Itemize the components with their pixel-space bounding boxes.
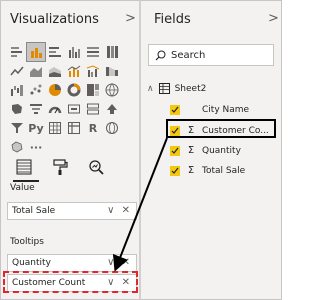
- stacked-column-100-icon[interactable]: [103, 43, 121, 61]
- analytics-magnifier-icon[interactable]: [87, 158, 105, 176]
- field-label: Quantity: [202, 145, 241, 156]
- checkbox-checked-icon[interactable]: [170, 165, 180, 176]
- visualizations-collapse-button[interactable]: >: [125, 11, 136, 26]
- fields-collapse-button[interactable]: >: [268, 11, 279, 26]
- field-item[interactable]: Σ Total Sale: [170, 165, 245, 176]
- pie-chart-icon[interactable]: [46, 81, 64, 99]
- value-field-well[interactable]: Total Sale ∨ ✕: [7, 202, 137, 220]
- matrix-icon[interactable]: [65, 119, 83, 137]
- value-section-label: Value: [10, 183, 35, 193]
- area-chart-icon[interactable]: [27, 62, 45, 80]
- multi-row-card-icon[interactable]: [84, 100, 102, 118]
- line-column-icon[interactable]: [65, 62, 83, 80]
- line-chart-icon[interactable]: [8, 62, 26, 80]
- scatter-icon[interactable]: [27, 81, 45, 99]
- table-node-sheet2[interactable]: ∧ Sheet2: [147, 83, 206, 94]
- stacked-bar-icon[interactable]: [8, 43, 26, 61]
- visualizations-pane: Visualizations > Py R ··· Value Total Sa…: [1, 1, 140, 299]
- field-item[interactable]: City Name: [170, 105, 249, 115]
- python-visual-label: Py: [28, 121, 44, 135]
- clustered-column-icon[interactable]: [65, 43, 83, 61]
- value-field-label: Total Sale: [12, 206, 56, 216]
- clustered-bar-icon[interactable]: [26, 42, 46, 62]
- fields-search-box[interactable]: Search: [148, 44, 274, 66]
- more-visuals-label: ···: [29, 140, 43, 154]
- checkbox-checked-icon[interactable]: [170, 105, 180, 115]
- kpi-icon[interactable]: [103, 100, 121, 118]
- field-type-sigma-icon: Σ: [187, 145, 195, 156]
- ribbon-chart-icon[interactable]: [103, 62, 121, 80]
- funnel-icon[interactable]: [27, 100, 45, 118]
- tooltip-field-well-quantity[interactable]: Quantity ∨ ✕: [7, 254, 137, 272]
- selected-field-highlight-box: [166, 119, 276, 138]
- field-label: City Name: [202, 105, 250, 115]
- filled-map-icon[interactable]: [8, 100, 26, 118]
- stacked-area-icon[interactable]: [46, 62, 64, 80]
- table-icon: [158, 83, 170, 94]
- value-field-dropdown-icon[interactable]: ∨ ✕: [107, 205, 132, 216]
- r-visual-label: R: [88, 121, 98, 135]
- active-tab-underline: [13, 180, 39, 182]
- r-visual-icon[interactable]: R: [84, 119, 102, 137]
- slicer-icon[interactable]: [8, 119, 26, 137]
- card-icon[interactable]: [65, 100, 83, 118]
- fields-pane: Fields > Search ∧ Sheet2 City Name Σ Cus…: [141, 1, 281, 299]
- field-type-sigma-icon: Σ: [187, 165, 195, 176]
- tooltip-field-controls-icon[interactable]: ∨ ✕: [107, 257, 132, 268]
- expand-chevron-icon[interactable]: ∧: [147, 84, 154, 94]
- search-icon: [155, 50, 166, 60]
- stacked-column-icon[interactable]: [46, 43, 64, 61]
- tooltips-section-label: Tooltips: [10, 237, 44, 247]
- line-clustered-column-icon[interactable]: [84, 62, 102, 80]
- field-item[interactable]: Σ Quantity: [170, 145, 241, 156]
- python-visual-icon[interactable]: Py: [27, 119, 45, 137]
- fields-tab-icon[interactable]: [15, 158, 33, 176]
- field-label: Total Sale: [202, 165, 246, 176]
- visualizations-title: Visualizations: [10, 12, 99, 27]
- gauge-icon[interactable]: [46, 100, 64, 118]
- tooltip-field-label: Quantity: [12, 258, 51, 268]
- table-icon[interactable]: [46, 119, 64, 137]
- stacked-bar-100-icon[interactable]: [84, 43, 102, 61]
- checkbox-checked-icon[interactable]: [170, 145, 180, 156]
- dashed-highlight-box: [3, 271, 138, 293]
- format-paint-roller-icon[interactable]: [51, 158, 69, 176]
- shape-map-icon[interactable]: [8, 138, 26, 156]
- waterfall-icon[interactable]: [8, 81, 26, 99]
- pane-mode-tabs: [15, 158, 105, 176]
- more-visuals-icon[interactable]: ···: [27, 138, 45, 156]
- fields-title: Fields: [154, 12, 191, 27]
- map-icon[interactable]: [103, 81, 121, 99]
- treemap-icon[interactable]: [84, 81, 102, 99]
- visual-gallery: Py R ···: [8, 42, 121, 156]
- globe-icon[interactable]: [103, 119, 121, 137]
- table-name: Sheet2: [174, 83, 207, 94]
- donut-chart-icon[interactable]: [65, 81, 83, 99]
- search-placeholder: Search: [171, 49, 206, 61]
